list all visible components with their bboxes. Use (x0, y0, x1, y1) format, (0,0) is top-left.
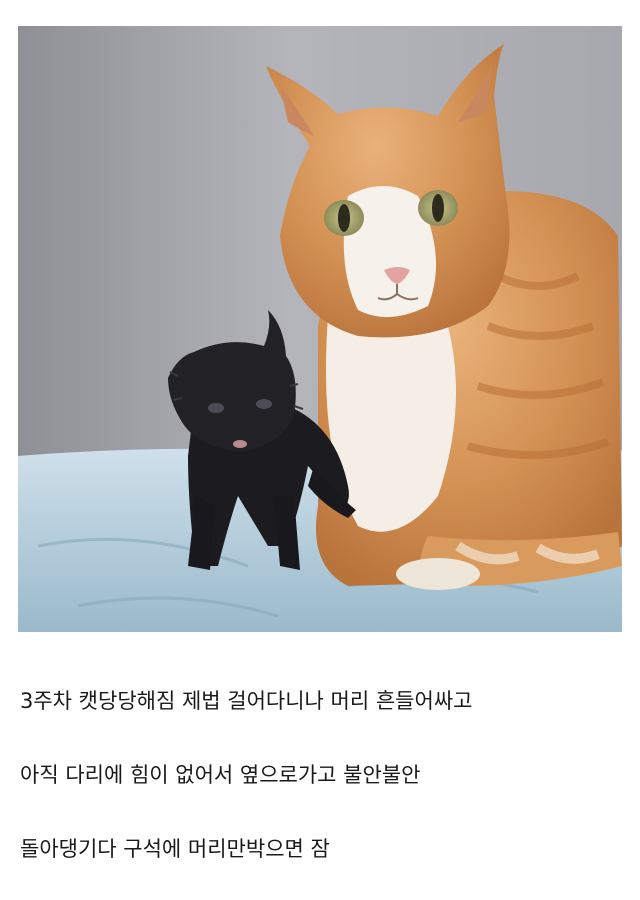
caption-line-2: 아직 다리에 힘이 없어서 옆으로가고 불안불안 (20, 763, 421, 787)
caption: 3주차 캣당당해짐 제법 걸어다니나 머리 흔들어싸고 아직 다리에 힘이 없어… (20, 686, 620, 864)
caption-line-3: 돌아댕기다 구석에 머리만박으면 잠 (20, 837, 330, 861)
caption-line-1: 3주차 캣당당해짐 제법 걸어다니나 머리 흔들어싸고 (20, 689, 473, 713)
cat-photo (18, 26, 622, 632)
